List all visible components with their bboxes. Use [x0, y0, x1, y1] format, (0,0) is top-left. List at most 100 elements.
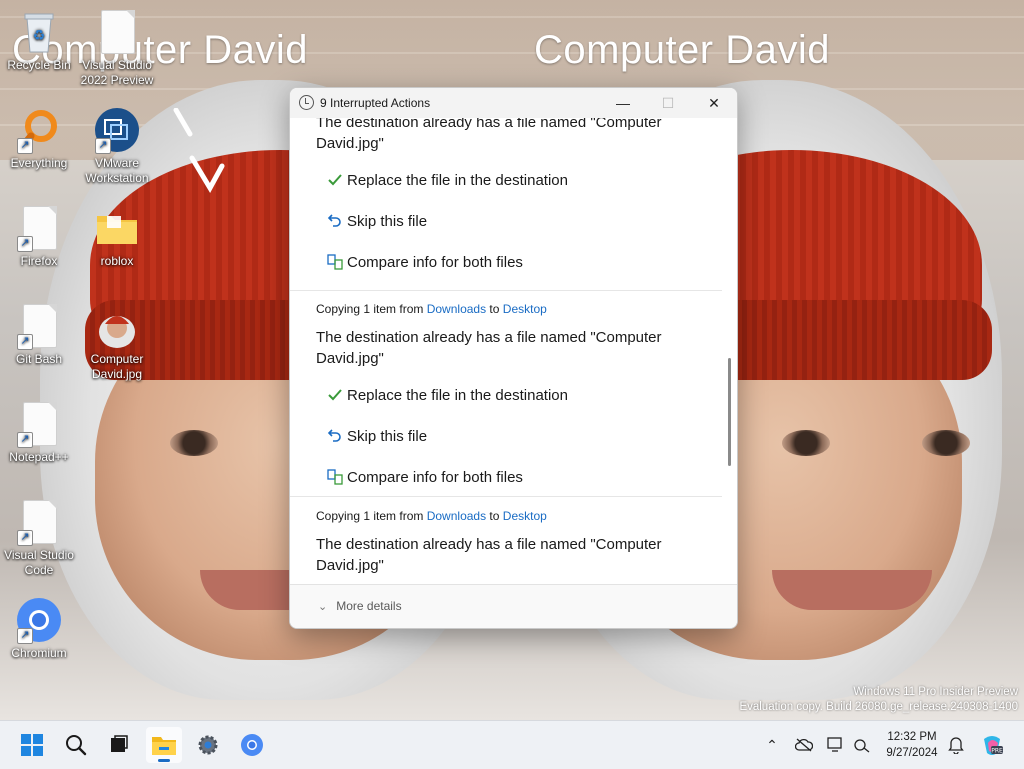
desktop-icon-roblox[interactable]: roblox — [78, 204, 156, 269]
destination-link[interactable]: Desktop — [503, 509, 547, 523]
replace-option[interactable]: Replace the file in the destination — [326, 383, 568, 407]
desktop-icon-label: Recycle Bin — [7, 58, 71, 72]
undo-arrow-icon — [326, 212, 344, 230]
shortcut-arrow-icon: ↗ — [17, 530, 33, 546]
compare-option-label: Compare info for both files — [347, 468, 523, 486]
desktop-icon-vmware-workstation[interactable]: ↗ VMware Workstation — [78, 106, 156, 186]
desktop-icon-label: roblox — [100, 254, 134, 268]
conflict-message: The destination already has a file named… — [316, 329, 662, 367]
search-icon — [66, 735, 87, 756]
desktop-icon-notepad-plus-plus[interactable]: ↗ Notepad++ — [0, 400, 78, 465]
copilot-button[interactable]: PRE — [980, 733, 1004, 757]
file-icon: ↗ — [15, 204, 63, 252]
maximize-icon: ☐ — [661, 94, 675, 111]
destination-link[interactable]: Desktop — [503, 302, 547, 316]
source-link[interactable]: Downloads — [427, 509, 486, 523]
desktop-icon-computer-david-jpg[interactable]: Computer David.jpg — [78, 302, 156, 382]
shortcut-arrow-icon: ↗ — [17, 628, 33, 644]
chromium-icon: ↗ — [15, 596, 63, 644]
chevron-up-icon: ⌃ — [766, 736, 778, 753]
replace-option-label: Replace the file in the destination — [347, 386, 568, 404]
desktop-icon-label: Git Bash — [15, 352, 63, 366]
replace-option[interactable]: Replace the file in the destination — [326, 168, 568, 192]
start-icon — [21, 734, 43, 756]
desktop-icon-visual-studio-code[interactable]: ↗ Visual Studio Code — [0, 498, 78, 578]
wallpaper-scribble — [173, 108, 225, 194]
image-thumbnail-icon — [93, 302, 141, 350]
minimize-icon: — — [616, 95, 630, 111]
desktop-icon-recycle-bin[interactable]: ♻ Recycle Bin — [0, 8, 78, 73]
shortcut-arrow-icon: ↗ — [17, 432, 33, 448]
header-prefix: Copying 1 item from — [316, 509, 427, 523]
desktop-icon-label: Chromium — [11, 646, 67, 660]
settings-button[interactable] — [190, 727, 226, 763]
cloud-off-icon — [795, 738, 813, 752]
scrollbar-thumb[interactable] — [728, 358, 731, 466]
task-view-icon — [111, 735, 128, 752]
clock-icon — [299, 95, 314, 110]
dialog-title: 9 Interrupted Actions — [320, 96, 431, 110]
compare-option[interactable]: Compare info for both files — [326, 465, 523, 489]
security-button[interactable] — [852, 735, 872, 755]
file-icon: ↗ — [15, 400, 63, 448]
more-details-toggle[interactable]: ⌄ More details — [318, 599, 402, 613]
desktop-icon-visual-studio-2022-preview[interactable]: Visual Studio 2022 Preview — [78, 8, 156, 88]
notifications-button[interactable] — [946, 735, 966, 755]
display-icon — [827, 737, 842, 752]
recycle-bin-icon: ♻ — [15, 8, 63, 56]
desktop-icon-label: VMware Workstation — [85, 156, 149, 185]
search-button[interactable] — [58, 727, 94, 763]
divider — [290, 496, 722, 497]
onedrive-status-button[interactable] — [794, 735, 814, 755]
compare-files-icon — [326, 253, 344, 271]
conflict-list[interactable]: The destination already has a file named… — [290, 118, 722, 584]
file-icon — [93, 8, 141, 56]
chromium-taskbar-button[interactable] — [234, 727, 270, 763]
file-explorer-button[interactable] — [146, 727, 182, 763]
magnifier-icon: ↗ — [15, 106, 63, 154]
skip-option-label: Skip this file — [347, 427, 428, 445]
desktop-icon-label: Visual Studio Code — [4, 548, 74, 577]
chromium-icon — [241, 734, 263, 756]
desktop-icon-label: Firefox — [20, 254, 58, 268]
close-button[interactable]: ✕ — [691, 88, 737, 118]
compare-option[interactable]: Compare info for both files — [326, 250, 523, 274]
conflict-message: The destination already has a file named… — [316, 536, 662, 574]
task-view-button[interactable] — [100, 727, 136, 763]
display-button[interactable] — [826, 735, 846, 755]
show-hidden-icons-button[interactable]: ⌃ — [762, 735, 782, 755]
settings-icon — [198, 735, 218, 755]
desktop-icon-label: Notepad++ — [9, 450, 69, 464]
desktop-icon-everything[interactable]: ↗ Everything — [0, 106, 78, 171]
desktop-icon-chromium[interactable]: ↗ Chromium — [0, 596, 78, 661]
chevron-down-icon: ⌄ — [318, 600, 328, 613]
copilot-icon: PRE — [984, 736, 1003, 755]
file-icon: ↗ — [15, 302, 63, 350]
desktop-icon-label: Visual Studio 2022 Preview — [80, 58, 154, 87]
watermark-line-1: Windows 11 Pro Insider Preview — [853, 686, 1018, 698]
replace-option-label: Replace the file in the destination — [347, 171, 568, 189]
skip-option[interactable]: Skip this file — [326, 424, 427, 448]
conflict-message: The destination already has a file named… — [316, 118, 662, 152]
desktop-icon-label: Computer David.jpg — [90, 352, 144, 381]
clock-time: 12:32 PM — [887, 731, 937, 743]
conflict-header: Copying 1 item from Downloads to Desktop — [316, 302, 547, 316]
desktop-icon-firefox[interactable]: ↗ Firefox — [0, 204, 78, 269]
dialog-footer: ⌄ More details — [290, 584, 737, 628]
minimize-button[interactable]: — — [600, 88, 646, 118]
checkmark-icon — [326, 386, 344, 404]
skip-option-label: Skip this file — [347, 212, 428, 230]
shortcut-arrow-icon: ↗ — [17, 138, 33, 154]
shortcut-arrow-icon: ↗ — [95, 138, 111, 154]
desktop-icon-git-bash[interactable]: ↗ Git Bash — [0, 302, 78, 367]
checkmark-icon — [326, 171, 344, 189]
skip-option[interactable]: Skip this file — [326, 209, 427, 233]
clock[interactable]: 12:32 PM 9/27/2024 — [876, 729, 948, 761]
dialog-titlebar[interactable]: 9 Interrupted Actions — ☐ ✕ — [290, 88, 737, 118]
compare-files-icon — [326, 468, 344, 486]
desktop-icon-label: Everything — [10, 156, 68, 170]
source-link[interactable]: Downloads — [427, 302, 486, 316]
undo-arrow-icon — [326, 427, 344, 445]
start-button[interactable] — [14, 727, 50, 763]
divider — [290, 290, 722, 291]
